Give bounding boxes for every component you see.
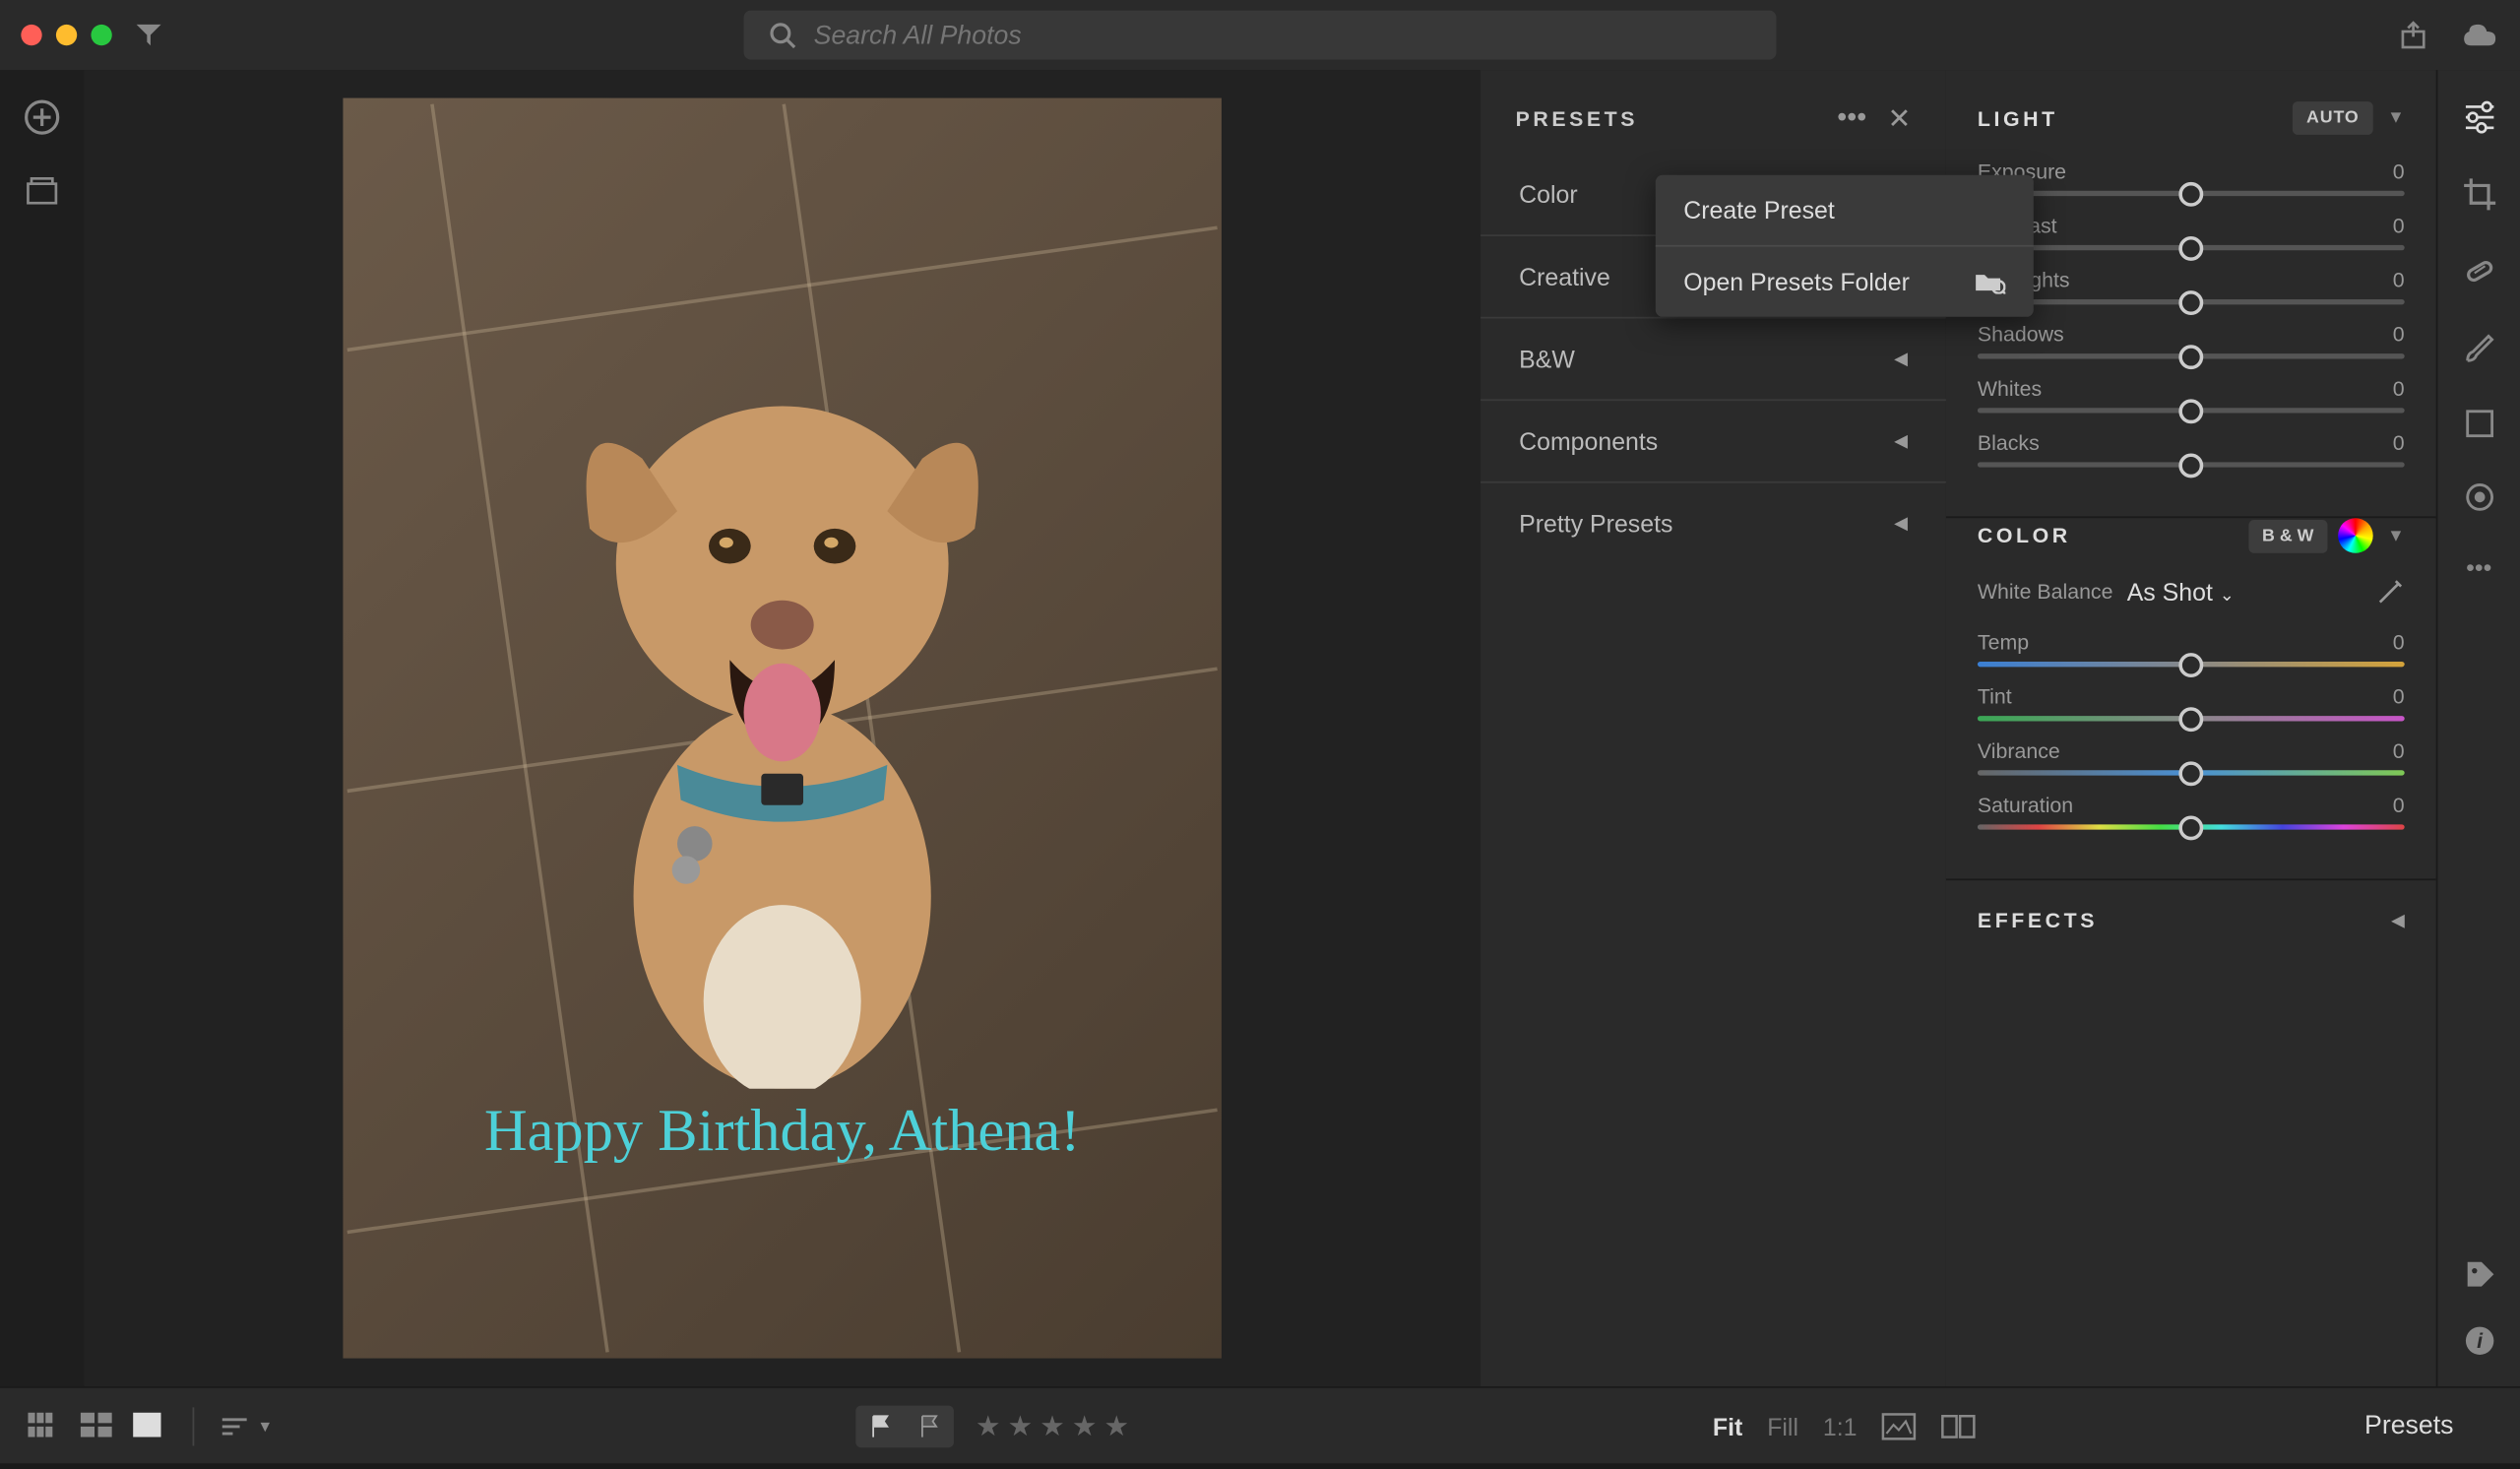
star-rating[interactable]: ★★★★★ — [976, 1408, 1129, 1443]
light-title: LIGHT — [1978, 106, 2058, 131]
presets-toggle[interactable]: Presets — [2326, 1411, 2492, 1440]
slider-thumb[interactable] — [2178, 706, 2203, 731]
create-preset-item[interactable]: Create Preset — [1656, 175, 2034, 245]
zoom-fill[interactable]: Fill — [1767, 1412, 1798, 1439]
slider-track-exposure[interactable] — [1978, 191, 2405, 196]
compare-button[interactable] — [1941, 1412, 1977, 1439]
sort-button[interactable]: ▼ — [219, 1414, 273, 1438]
slider-contrast: Contrast0 — [1978, 214, 2405, 250]
slider-track-vibrance[interactable] — [1978, 770, 2405, 775]
slider-thumb[interactable] — [2178, 652, 2203, 676]
window-controls — [21, 25, 111, 45]
color-mixer-button[interactable] — [2338, 518, 2373, 553]
titlebar — [0, 0, 2520, 70]
slider-thumb[interactable] — [2178, 815, 2203, 840]
info-button[interactable]: i — [2461, 1323, 2496, 1359]
bw-button[interactable]: B & W — [2248, 519, 2328, 552]
preset-group-components[interactable]: Components◀ — [1480, 401, 1946, 483]
flag-group — [856, 1405, 955, 1447]
slider-whites: Whites0 — [1978, 376, 2405, 413]
edit-sliders-tool[interactable] — [2460, 98, 2498, 137]
flag-pick[interactable] — [856, 1405, 906, 1447]
zoom-1to1[interactable]: 1:1 — [1823, 1412, 1858, 1439]
slider-exposure: Exposure0 — [1978, 160, 2405, 196]
grid-view-small[interactable] — [28, 1412, 63, 1439]
slider-shadows: Shadows0 — [1978, 322, 2405, 358]
more-tools[interactable]: ••• — [2466, 553, 2491, 581]
search-input[interactable] — [814, 20, 1752, 49]
search-icon — [768, 21, 795, 48]
grid-view-large[interactable] — [81, 1412, 116, 1439]
slider-saturation: Saturation0 — [1978, 793, 2405, 829]
healing-tool[interactable] — [2460, 252, 2498, 290]
flag-reject[interactable] — [906, 1405, 955, 1447]
wb-select[interactable]: As Shot ⌄ — [2127, 578, 2235, 606]
preset-group-pretty[interactable]: Pretty Presets◀ — [1480, 483, 1946, 564]
left-tool-rail — [0, 70, 84, 1386]
slider-track-contrast[interactable] — [1978, 245, 2405, 250]
single-view[interactable] — [133, 1412, 168, 1439]
color-disclosure[interactable]: ▼ — [2387, 526, 2405, 545]
view-original-button[interactable] — [1881, 1412, 1917, 1439]
filter-button[interactable] — [133, 20, 164, 51]
zoom-fit[interactable]: Fit — [1713, 1412, 1742, 1439]
slider-vibrance: Vibrance0 — [1978, 738, 2405, 775]
tag-button[interactable] — [2461, 1256, 2496, 1292]
auto-button[interactable]: AUTO — [2293, 101, 2373, 135]
presets-title: PRESETS — [1516, 106, 1638, 131]
slider-highlights: Highlights0 — [1978, 268, 2405, 304]
slider-track-blacks[interactable] — [1978, 462, 2405, 467]
effects-title: EFFECTS — [1978, 909, 2098, 933]
slider-track-highlights[interactable] — [1978, 299, 2405, 304]
wb-label: White Balance — [1978, 579, 2113, 604]
slider-tint: Tint0 — [1978, 684, 2405, 721]
right-tool-rail: ••• i — [2436, 70, 2520, 1386]
photo-text-overlay: Happy Birthday, Athena! — [484, 1099, 1080, 1166]
dog-illustration — [502, 318, 1062, 1088]
share-button[interactable] — [2398, 20, 2429, 51]
slider-thumb[interactable] — [2178, 344, 2203, 368]
folder-icon — [1974, 270, 2005, 294]
slider-track-shadows[interactable] — [1978, 353, 2405, 358]
slider-track-tint[interactable] — [1978, 716, 2405, 721]
presets-context-menu: Create Preset Open Presets Folder — [1656, 175, 2034, 317]
presets-close-button[interactable]: ✕ — [1888, 101, 1912, 137]
search-bar[interactable] — [744, 11, 1777, 60]
open-presets-folder-item[interactable]: Open Presets Folder — [1656, 245, 2034, 317]
add-photo-button[interactable] — [23, 98, 61, 137]
radial-gradient-tool[interactable] — [2461, 479, 2496, 515]
effects-section[interactable]: EFFECTS ◀ — [1946, 880, 2436, 961]
slider-track-temp[interactable] — [1978, 662, 2405, 667]
linear-gradient-tool[interactable] — [2461, 406, 2496, 441]
color-section: COLOR B & W ▼ White Balance As Shot ⌄ Te… — [1946, 518, 2436, 880]
minimize-window[interactable] — [56, 25, 77, 45]
preset-group-bw[interactable]: B&W◀ — [1480, 319, 1946, 402]
presets-more-button[interactable]: ••• — [1837, 103, 1866, 135]
color-title: COLOR — [1978, 524, 2071, 548]
maximize-window[interactable] — [91, 25, 111, 45]
slider-track-whites[interactable] — [1978, 408, 2405, 413]
slider-temp: Temp0 — [1978, 630, 2405, 667]
slider-blacks: Blacks0 — [1978, 430, 2405, 467]
slider-thumb[interactable] — [2178, 453, 2203, 478]
bottom-toolbar: ▼ ★★★★★ Fit Fill 1:1 Presets — [0, 1386, 2520, 1463]
slider-thumb[interactable] — [2178, 181, 2203, 206]
library-button[interactable] — [25, 175, 60, 207]
slider-thumb[interactable] — [2178, 398, 2203, 422]
slider-thumb[interactable] — [2178, 235, 2203, 260]
brush-tool[interactable] — [2460, 329, 2498, 367]
crop-tool[interactable] — [2460, 175, 2498, 214]
slider-thumb[interactable] — [2178, 760, 2203, 785]
slider-thumb[interactable] — [2178, 289, 2203, 314]
eyedropper-button[interactable] — [2376, 578, 2404, 606]
close-window[interactable] — [21, 25, 41, 45]
slider-track-saturation[interactable] — [1978, 824, 2405, 829]
canvas-area[interactable]: Happy Birthday, Athena! — [84, 70, 1480, 1386]
photo-preview[interactable]: Happy Birthday, Athena! — [343, 98, 1221, 1359]
cloud-sync-button[interactable] — [2461, 21, 2499, 48]
light-disclosure[interactable]: ▼ — [2387, 108, 2405, 128]
